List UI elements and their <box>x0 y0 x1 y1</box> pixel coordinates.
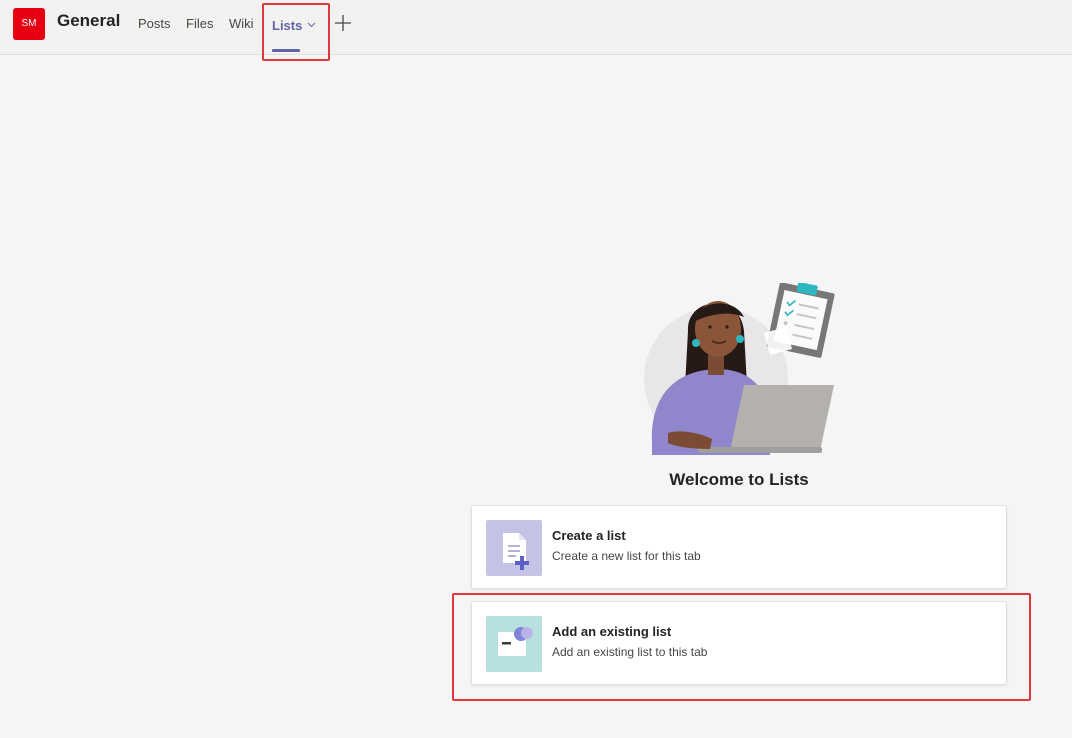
create-list-card[interactable]: Create a list Create a new list for this… <box>471 505 1007 589</box>
channel-title: General <box>57 11 121 30</box>
channel-header: SM General Posts Files Wiki Lists <box>0 0 1072 55</box>
create-list-title: Create a list <box>552 528 626 543</box>
create-list-description: Create a new list for this tab <box>552 549 701 563</box>
highlight-box-lists-tab <box>262 3 330 61</box>
create-list-icon <box>486 520 542 576</box>
welcome-illustration <box>640 282 840 455</box>
add-existing-list-title: Add an existing list <box>552 624 672 639</box>
team-avatar[interactable]: SM <box>13 8 45 40</box>
add-existing-list-card[interactable]: Add an existing list Add an existing lis… <box>471 601 1007 685</box>
existing-list-icon <box>486 616 542 672</box>
tab-posts-label: Posts <box>138 16 171 31</box>
plus-icon[interactable] <box>334 14 352 32</box>
tab-posts[interactable]: Posts <box>138 16 171 31</box>
add-existing-list-description: Add an existing list to this tab <box>552 645 708 659</box>
tab-wiki-label: Wiki <box>229 16 254 31</box>
welcome-title: Welcome to Lists <box>669 470 809 489</box>
tab-wiki[interactable]: Wiki <box>229 16 254 31</box>
tab-files[interactable]: Files <box>186 16 213 31</box>
tab-files-label: Files <box>186 16 214 31</box>
